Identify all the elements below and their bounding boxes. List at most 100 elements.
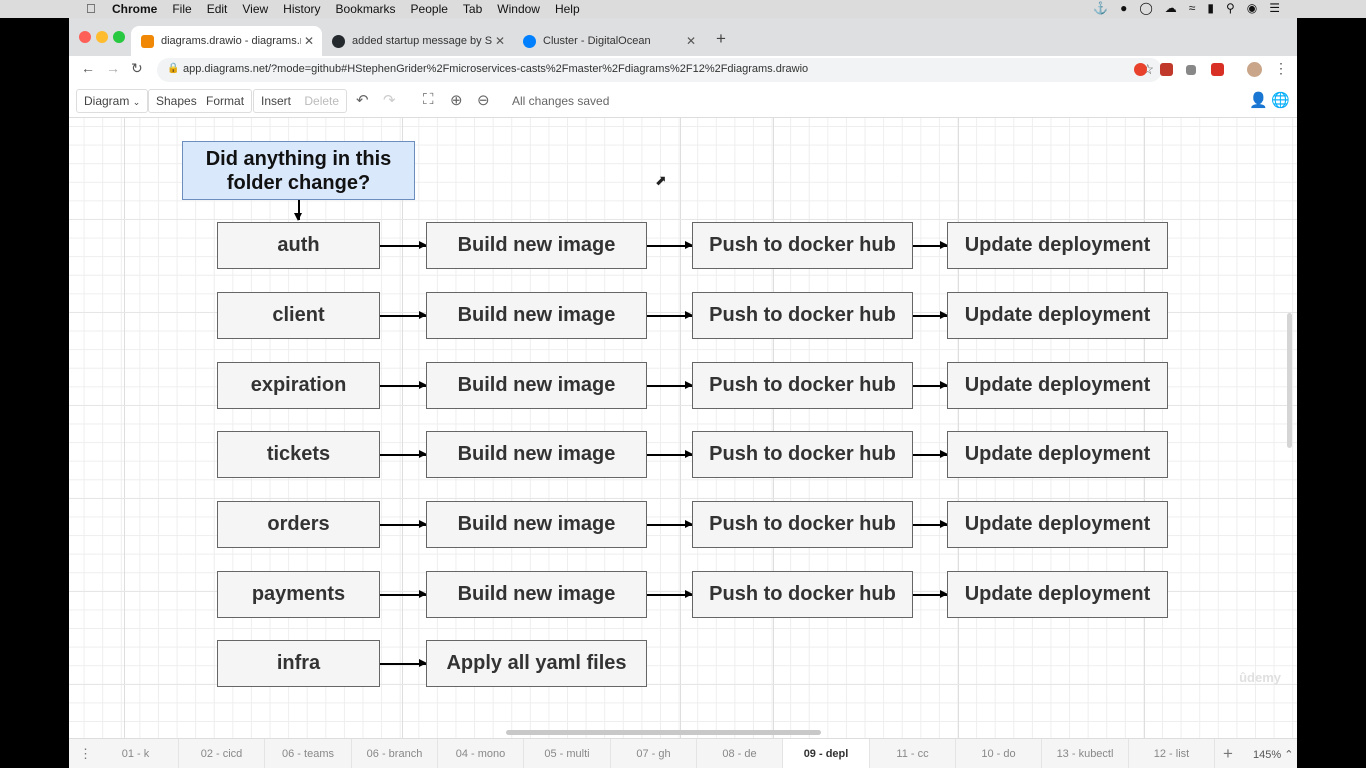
back-icon[interactable]: ← <box>81 60 95 76</box>
battery-icon[interactable]: ▮ <box>1207 1 1214 15</box>
update-deployment-expiration[interactable]: Update deployment <box>947 362 1168 409</box>
menu-window[interactable]: Window <box>497 2 540 16</box>
page-tab[interactable]: 08 - de <box>697 739 783 768</box>
menu-history[interactable]: History <box>283 2 320 16</box>
language-globe-icon[interactable]: 🌐 <box>1271 91 1290 109</box>
avatar[interactable] <box>1247 62 1262 77</box>
wifi-icon[interactable]: ≈ <box>1189 1 1196 15</box>
extension-icon[interactable] <box>1186 65 1196 75</box>
reload-icon[interactable]: ↻ <box>131 60 143 77</box>
update-deployment-orders[interactable]: Update deployment <box>947 501 1168 548</box>
zoom-in-icon[interactable]: ⊕ <box>450 91 463 109</box>
macos-menu-bar:  Chrome File Edit View History Bookmark… <box>0 0 1366 18</box>
build-image-payments[interactable]: Build new image <box>426 571 647 618</box>
format-button[interactable]: Format <box>206 94 244 108</box>
service-infra[interactable]: infra <box>217 640 380 687</box>
update-deployment-payments[interactable]: Update deployment <box>947 571 1168 618</box>
siri-icon[interactable]: ◉ <box>1247 1 1257 15</box>
service-expiration[interactable]: expiration <box>217 362 380 409</box>
zoom-window-button[interactable] <box>113 31 125 43</box>
build-image-orders[interactable]: Build new image <box>426 501 647 548</box>
menu-tab[interactable]: Tab <box>463 2 482 16</box>
glasses-icon[interactable]: ◯ <box>1139 1 1152 15</box>
build-image-tickets[interactable]: Build new image <box>426 431 647 478</box>
push-docker-client[interactable]: Push to docker hub <box>692 292 913 339</box>
push-docker-orders[interactable]: Push to docker hub <box>692 501 913 548</box>
close-icon[interactable]: ✕ <box>495 34 505 48</box>
close-icon[interactable]: ✕ <box>686 34 696 48</box>
build-image-client[interactable]: Build new image <box>426 292 647 339</box>
page-tab[interactable]: 06 - branch <box>352 739 438 768</box>
page-tab[interactable]: 01 - k <box>93 739 179 768</box>
update-deployment-client[interactable]: Update deployment <box>947 292 1168 339</box>
decision-box[interactable]: Did anything in this folder change? <box>182 141 415 200</box>
service-client[interactable]: client <box>217 292 380 339</box>
service-payments[interactable]: payments <box>217 571 380 618</box>
update-deployment-tickets[interactable]: Update deployment <box>947 431 1168 478</box>
cloud-icon[interactable]: ☁ <box>1165 1 1177 15</box>
page-tab[interactable]: 06 - teams <box>265 739 352 768</box>
menu-chrome[interactable]: Chrome <box>112 2 157 16</box>
service-orders[interactable]: orders <box>217 501 380 548</box>
close-window-button[interactable] <box>79 31 91 43</box>
page-tab[interactable]: 13 - kubectl <box>1042 739 1129 768</box>
address-bar[interactable]: 🔒 app.diagrams.net/?mode=github#HStephen… <box>157 58 1162 82</box>
apple-icon[interactable]:  <box>86 1 96 16</box>
extension-icon[interactable] <box>1211 63 1224 76</box>
diagram-canvas[interactable]: Did anything in this folder change? auth… <box>69 118 1297 738</box>
zoom-level[interactable]: 145% ⌃ <box>1253 748 1293 761</box>
new-tab-button[interactable]: + <box>716 29 726 49</box>
push-docker-tickets[interactable]: Push to docker hub <box>692 431 913 478</box>
tab-diagrams[interactable]: diagrams.drawio - diagrams.net ✕ <box>131 26 322 56</box>
push-docker-payments[interactable]: Push to docker hub <box>692 571 913 618</box>
close-icon[interactable]: ✕ <box>304 34 314 48</box>
minimize-window-button[interactable] <box>96 31 108 43</box>
page-tab[interactable]: 04 - mono <box>438 739 524 768</box>
forward-icon[interactable]: → <box>106 60 120 76</box>
pages-menu-icon[interactable]: ⋮ <box>79 746 92 762</box>
extension-icon[interactable] <box>1160 63 1173 76</box>
page-tab[interactable]: 11 - cc <box>870 739 956 768</box>
page-tab[interactable]: 05 - multi <box>524 739 611 768</box>
add-page-button[interactable]: + <box>1223 744 1233 764</box>
build-image-auth[interactable]: Build new image <box>426 222 647 269</box>
extension-icon[interactable] <box>1134 63 1147 76</box>
menu-bookmarks[interactable]: Bookmarks <box>336 2 396 16</box>
app-icon[interactable]: ● <box>1120 1 1127 15</box>
insert-button[interactable]: Insert <box>261 94 291 108</box>
menu-help[interactable]: Help <box>555 2 580 16</box>
service-tickets[interactable]: tickets <box>217 431 380 478</box>
page-tab[interactable]: 02 - cicd <box>179 739 265 768</box>
build-image-expiration[interactable]: Build new image <box>426 362 647 409</box>
menu-view[interactable]: View <box>242 2 268 16</box>
zoom-out-icon[interactable]: ⊖ <box>477 91 490 109</box>
diagram-menu-button[interactable]: Diagram ⌄ <box>76 89 149 113</box>
fullscreen-icon[interactable]: ⛶ <box>423 91 434 108</box>
page-tab-active[interactable]: 09 - depl <box>783 739 870 768</box>
browser-menu-icon[interactable]: ⋮ <box>1274 60 1288 77</box>
menu-people[interactable]: People <box>411 2 448 16</box>
redo-icon[interactable]: ↷ <box>383 91 396 109</box>
apply-yaml-infra[interactable]: Apply all yaml files <box>426 640 647 687</box>
vertical-scrollbar[interactable] <box>1287 313 1292 448</box>
search-icon[interactable]: ⚲ <box>1226 1 1235 15</box>
tab-github[interactable]: added startup message by Stephen ✕ <box>322 26 513 56</box>
tab-digitalocean[interactable]: Cluster - DigitalOcean ✕ <box>513 26 704 56</box>
undo-icon[interactable]: ↶ <box>356 91 369 109</box>
horizontal-scrollbar[interactable] <box>506 730 821 735</box>
service-auth[interactable]: auth <box>217 222 380 269</box>
push-docker-auth[interactable]: Push to docker hub <box>692 222 913 269</box>
push-docker-expiration[interactable]: Push to docker hub <box>692 362 913 409</box>
lock-icon[interactable]: 🔒 <box>167 63 179 74</box>
page-tab[interactable]: 07 - gh <box>611 739 697 768</box>
page-tab[interactable]: 10 - do <box>956 739 1042 768</box>
menu-file[interactable]: File <box>172 2 191 16</box>
update-deployment-auth[interactable]: Update deployment <box>947 222 1168 269</box>
shapes-button[interactable]: Shapes <box>156 94 197 108</box>
docker-icon[interactable]: ⚓ <box>1093 1 1108 15</box>
delete-button[interactable]: Delete <box>304 94 339 108</box>
notification-center-icon[interactable]: ☰ <box>1269 1 1280 15</box>
share-user-icon[interactable]: 👤 <box>1249 91 1268 109</box>
menu-edit[interactable]: Edit <box>207 2 228 16</box>
page-tab[interactable]: 12 - list <box>1129 739 1215 768</box>
